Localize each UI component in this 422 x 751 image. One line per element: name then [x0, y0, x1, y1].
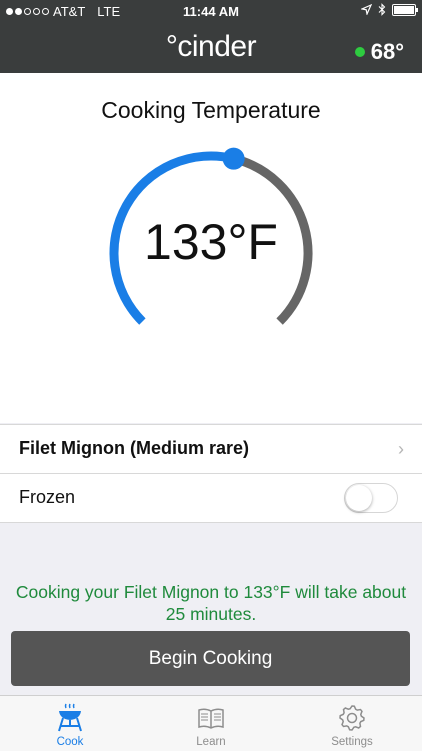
tab-label: Cook — [56, 736, 84, 748]
ambient-temperature[interactable]: 68° — [354, 39, 404, 65]
frozen-row: Frozen — [0, 473, 422, 523]
tab-label: Learn — [196, 736, 226, 748]
target-temperature: 133°F — [144, 214, 278, 270]
food-selector-row[interactable]: Filet Mignon (Medium rare) › — [0, 424, 422, 473]
status-time: 11:44 AM — [183, 4, 239, 19]
battery-icon — [392, 3, 418, 16]
tab-label: Settings — [331, 736, 373, 748]
location-arrow-icon — [361, 4, 372, 15]
begin-cooking-button[interactable]: Begin Cooking — [11, 631, 410, 686]
frozen-label: Frozen — [19, 487, 76, 507]
status-dot-icon — [354, 47, 365, 57]
food-selector-label: Filet Mignon (Medium rare) — [19, 438, 250, 458]
toggle-knob — [346, 485, 372, 511]
grill-icon — [58, 703, 82, 732]
page-title: Cooking Temperature — [101, 97, 321, 123]
tab-cook[interactable]: Cook — [0, 696, 140, 751]
tab-bar: Cook Learn Settings — [0, 695, 422, 751]
frozen-toggle[interactable] — [344, 483, 398, 513]
app-header: AT&T LTE 11:44 AM °cinder 68° — [0, 0, 422, 73]
status-bar: AT&T LTE 11:44 AM — [0, 0, 422, 22]
book-icon — [198, 708, 224, 729]
temperature-panel: Cooking Temperature 133°F — [0, 73, 422, 423]
ambient-temperature-value: 68° — [370, 39, 404, 64]
gear-icon — [339, 705, 365, 731]
bluetooth-icon — [378, 3, 386, 16]
tab-learn[interactable]: Learn — [141, 696, 281, 751]
dial-handle[interactable] — [222, 147, 245, 170]
cooking-estimate: Cooking your Filet Mignon to 133°F will … — [15, 582, 407, 624]
status-right-icons — [361, 3, 418, 16]
chevron-right-icon: › — [398, 439, 404, 459]
tab-settings[interactable]: Settings — [282, 696, 422, 751]
